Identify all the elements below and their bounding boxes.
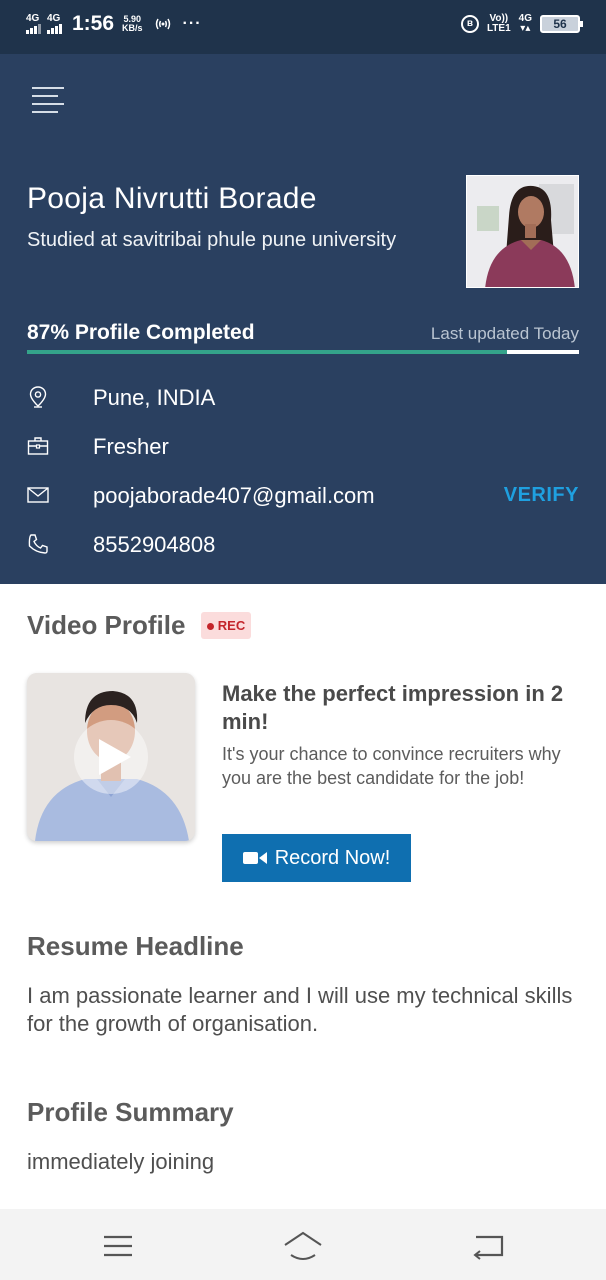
verify-email-button[interactable]: VERIFY — [504, 484, 579, 507]
bluetooth-icon: ʙ — [460, 15, 479, 33]
signal-strength-icon: 4G — [47, 14, 62, 34]
resume-headline-text: I am passionate learner and I will use m… — [27, 983, 573, 1036]
profile-education: Studied at savitribai phule pune univers… — [27, 229, 397, 251]
profile-summary-text: immediately joining — [27, 1149, 215, 1174]
experience-row: Fresher — [0, 426, 606, 466]
record-now-button[interactable]: Record Now! — [222, 834, 411, 882]
phone-icon — [28, 534, 48, 554]
profile-photo-image — [467, 176, 578, 287]
hamburger-menu-icon[interactable] — [32, 87, 64, 113]
volte-icon: Vo)) LTE1 — [486, 13, 511, 34]
video-promo-title: Make the perfect impression in 2 min! — [222, 681, 564, 734]
briefcase-icon — [27, 437, 49, 455]
hotspot-icon — [155, 18, 170, 30]
video-profile-title: Video Profile — [27, 610, 186, 640]
home-button[interactable] — [283, 1229, 323, 1263]
video-camera-icon — [242, 852, 267, 864]
profile-completion-fill — [27, 350, 508, 354]
experience-text: Fresher — [93, 434, 169, 459]
rec-badge: REC — [201, 612, 251, 639]
network-speed: 5.90 KB/s — [122, 14, 143, 33]
back-icon — [473, 1235, 504, 1260]
profile-summary-title: Profile Summary — [27, 1097, 234, 1127]
system-navigation-bar — [0, 1209, 606, 1280]
video-thumbnail-image — [27, 673, 195, 841]
battery-icon: 56 — [540, 15, 583, 33]
phone-text: 8552904808 — [93, 532, 216, 557]
profile-header: Pooja Nivrutti Borade Studied at savitri… — [0, 54, 606, 584]
home-icon — [284, 1231, 322, 1260]
video-promo-body: It's your chance to convince recruiters … — [222, 744, 561, 788]
profile-completion-bar — [27, 350, 579, 354]
more-notifications-icon: ··· — [182, 15, 202, 32]
menu-lines-icon — [104, 1235, 132, 1257]
record-now-label: Record Now! — [274, 846, 391, 869]
profile-completion-text: 87% Profile Completed — [27, 321, 255, 344]
recent-apps-button[interactable] — [98, 1229, 138, 1263]
last-updated-text: Last updated Today — [430, 324, 579, 343]
email-text: poojaborade407@gmail.com — [93, 483, 375, 508]
location-pin-icon — [29, 386, 47, 408]
video-thumbnail[interactable] — [27, 673, 195, 841]
status-time: 1:56 — [72, 12, 115, 35]
resume-headline-title: Resume Headline — [27, 931, 244, 961]
location-row: Pune, INDIA — [0, 377, 606, 417]
status-bar: 4G 4G 1:56 5.90 KB/s ··· ʙ Vo)) LTE1 4G … — [0, 0, 606, 54]
phone-row: 8552904808 — [0, 524, 606, 564]
rec-dot-icon — [206, 623, 214, 631]
signal-strength-icon: 4G — [26, 14, 41, 34]
back-button[interactable] — [468, 1229, 508, 1263]
profile-name: Pooja Nivrutti Borade — [27, 182, 317, 215]
email-row: poojaborade407@gmail.com VERIFY — [0, 475, 606, 515]
mail-icon — [27, 487, 49, 503]
profile-photo[interactable] — [466, 175, 579, 288]
network-type-icon: 4G ▾▴ — [518, 13, 532, 34]
location-text: Pune, INDIA — [93, 385, 216, 410]
